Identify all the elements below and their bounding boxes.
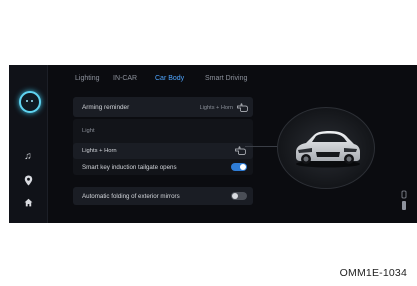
location-pin-icon[interactable] bbox=[21, 175, 35, 189]
mirror-folding-row[interactable]: Automatic folding of exterior mirrors bbox=[73, 187, 253, 205]
pointer-hand-icon bbox=[237, 103, 248, 112]
music-icon[interactable]: ♫ bbox=[21, 151, 35, 162]
option-lights-horn-label: Lights + Horn bbox=[82, 148, 117, 154]
tab-in-car[interactable]: IN-CAR bbox=[113, 75, 137, 82]
mirror-folding-label: Automatic folding of exterior mirrors bbox=[82, 193, 180, 200]
option-lights-horn[interactable]: Lights + Horn bbox=[73, 143, 253, 159]
tailgate-toggle[interactable] bbox=[231, 163, 247, 171]
arming-reminder-value: Lights + Horn bbox=[199, 104, 233, 111]
option-light[interactable]: Light bbox=[73, 125, 253, 139]
arming-reminder-row[interactable]: Arming reminder Lights + Horn bbox=[73, 97, 253, 117]
tailgate-row[interactable]: Smart key induction tailgate opens bbox=[73, 161, 253, 175]
tailgate-label: Smart key induction tailgate opens bbox=[82, 164, 177, 171]
mirror-folding-toggle[interactable] bbox=[231, 192, 247, 200]
arming-reminder-label: Arming reminder bbox=[82, 104, 130, 111]
seat-indicator-icon bbox=[401, 190, 407, 210]
tab-lighting[interactable]: Lighting bbox=[75, 75, 100, 82]
home-icon[interactable] bbox=[21, 198, 35, 210]
pointer-hand-icon bbox=[235, 146, 246, 155]
option-light-label: Light bbox=[82, 128, 95, 134]
assistant-avatar-icon[interactable] bbox=[19, 91, 41, 113]
sidebar: ♫ bbox=[9, 65, 48, 223]
car-image bbox=[296, 131, 360, 168]
figure-code: OMM1E-1034 bbox=[339, 267, 407, 279]
callout-line bbox=[245, 146, 281, 147]
car-display-screen: ♫ Lighting IN-CAR Car Body Smart Driving… bbox=[9, 65, 417, 223]
tab-smart-driving[interactable]: Smart Driving bbox=[205, 75, 247, 82]
arming-reminder-options: Light Lights + Horn Smart key induction … bbox=[73, 119, 253, 175]
tab-car-body[interactable]: Car Body bbox=[155, 75, 184, 82]
car-body-settings-panel: Arming reminder Lights + Horn Light Ligh… bbox=[73, 95, 253, 207]
